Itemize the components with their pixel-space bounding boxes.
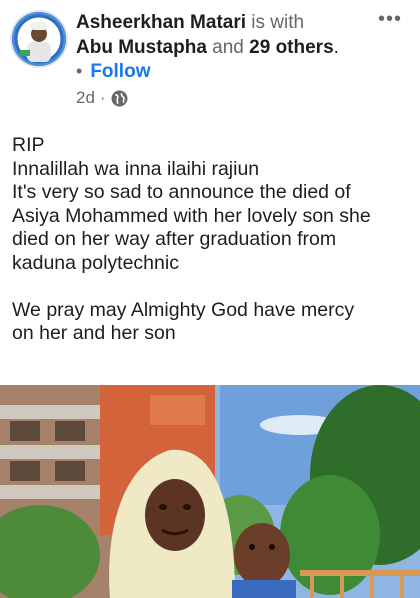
avatar-image bbox=[12, 12, 66, 66]
post-header: Asheerkhan Matari is with Abu Mustapha a… bbox=[0, 0, 420, 120]
post-text: RIP Innalillah wa inna ilaihi rajiun It'… bbox=[12, 134, 412, 346]
tagged-person[interactable]: Abu Mustapha bbox=[76, 37, 207, 58]
post-photo[interactable] bbox=[0, 385, 420, 598]
meta-separator: · bbox=[99, 88, 106, 107]
globe-icon bbox=[111, 90, 128, 107]
tagged-others[interactable]: 29 others bbox=[249, 37, 333, 58]
post-line: We pray may Almighty God have mercy bbox=[12, 298, 355, 321]
post-line: kaduna polytechnic bbox=[12, 251, 179, 274]
post-time[interactable]: 2d bbox=[76, 88, 95, 108]
post-line: Innalillah wa inna ilaihi rajiun bbox=[12, 157, 260, 180]
photo-image bbox=[0, 385, 420, 598]
author-name[interactable]: Asheerkhan Matari bbox=[76, 12, 246, 33]
and-text: and bbox=[206, 37, 250, 58]
post-line: RIP bbox=[12, 134, 45, 156]
post-meta: 2d · bbox=[76, 88, 128, 108]
post-line: died on her way after graduation from bbox=[12, 228, 337, 250]
follow-row: • Follow bbox=[76, 58, 150, 85]
with-text: is with bbox=[246, 12, 305, 33]
author-avatar[interactable] bbox=[12, 12, 66, 66]
post-line: on her and her son bbox=[12, 322, 176, 344]
bullet-dot: • bbox=[76, 61, 83, 81]
post-line: Asiya Mohammed with her lovely son she bbox=[12, 204, 371, 227]
more-options-icon[interactable]: ••• bbox=[378, 8, 402, 31]
author-line: Asheerkhan Matari is with Abu Mustapha a… bbox=[76, 10, 366, 60]
period: . bbox=[333, 37, 339, 58]
follow-button[interactable]: Follow bbox=[90, 61, 150, 82]
post-line: It's very so sad to announce the died of bbox=[12, 181, 351, 203]
